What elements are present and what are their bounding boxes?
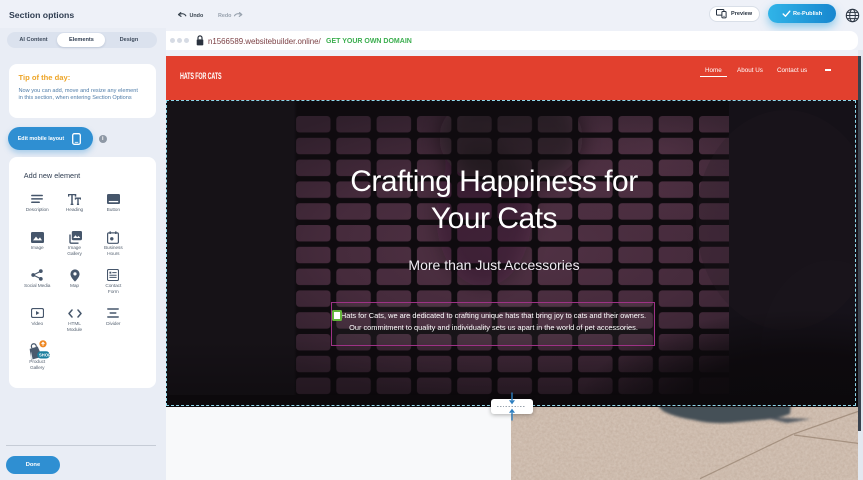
svg-text:Redo: Redo xyxy=(218,13,232,19)
svg-text:Undo: Undo xyxy=(190,13,204,19)
svg-text:SHOP: SHOP xyxy=(39,353,50,358)
